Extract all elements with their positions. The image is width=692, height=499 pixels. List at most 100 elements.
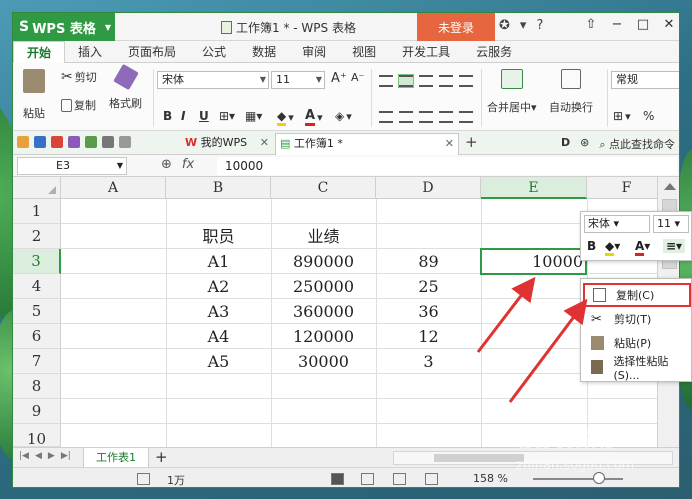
menu-item-paste[interactable]: 粘贴(P) (583, 331, 691, 355)
name-box[interactable]: E3 ▼ (17, 157, 127, 175)
tab-data[interactable]: 数据 (239, 41, 289, 63)
last-sheet-icon[interactable]: ▶| (61, 451, 71, 461)
copy-button[interactable]: 复制 (61, 97, 96, 113)
calculator-icon[interactable] (137, 473, 150, 485)
bold-button[interactable]: B (163, 109, 172, 123)
tab-page-layout[interactable]: 页面布局 (115, 41, 189, 63)
cell-c4[interactable]: 250000 (271, 274, 376, 299)
page-break-view-icon[interactable] (393, 473, 406, 485)
row-header-6[interactable]: 6 (13, 324, 61, 349)
mini-font-color-button[interactable]: A▾ (635, 239, 650, 256)
tab-view[interactable]: 视图 (339, 41, 389, 63)
page-layout-view-icon[interactable] (361, 473, 374, 485)
minimize-button[interactable]: − (609, 17, 625, 32)
menu-item-paste-special[interactable]: 选择性粘贴(S)... (583, 355, 691, 382)
clear-format-button[interactable]: ◈ ▾ (335, 109, 352, 123)
zoom-slider-knob[interactable] (593, 472, 605, 484)
number-format-select[interactable]: 常规 (611, 71, 679, 89)
fill-color-button[interactable]: ◆ ▾ (277, 109, 294, 126)
hscroll-thumb[interactable] (434, 454, 524, 462)
cell-b4[interactable]: A2 (166, 274, 271, 299)
cell-c7[interactable]: 30000 (271, 349, 376, 374)
close-tab-icon[interactable]: ✕ (260, 133, 269, 153)
column-header-b[interactable]: B (166, 177, 271, 199)
fill-pattern-button[interactable]: ▦▾ (245, 109, 262, 123)
zoom-slider[interactable] (533, 478, 623, 480)
percent-button[interactable]: % (643, 109, 654, 123)
format-painter-button[interactable]: 格式刷 (109, 63, 142, 111)
italic-button[interactable]: I (181, 109, 185, 123)
d-button[interactable]: D (561, 136, 570, 152)
cell-b2[interactable]: 职员 (166, 224, 271, 249)
row-header-7[interactable]: 7 (13, 349, 61, 374)
row-header-9[interactable]: 9 (13, 399, 61, 424)
find-command[interactable]: ⌕ 点此查找命令 (599, 136, 675, 152)
row-header-8[interactable]: 8 (13, 374, 61, 399)
tab-home[interactable]: 开始 (13, 41, 66, 64)
first-sheet-icon[interactable]: |◀ (19, 451, 29, 461)
tab-workbook1[interactable]: ▤ 工作簿1 * ✕ (275, 133, 459, 155)
wrap-text-button[interactable]: 自动换行 (549, 69, 593, 115)
spreadsheet-grid[interactable]: A B C D E F 1 2 3 4 5 6 7 8 9 10 职员 业绩 A… (13, 177, 657, 447)
align-top-icon[interactable] (379, 75, 393, 87)
tab-mywps[interactable]: W 我的WPS ✕ (181, 133, 273, 155)
row-header-1[interactable]: 1 (13, 199, 61, 224)
mini-size-select[interactable]: 11 ▾ (653, 215, 689, 233)
font-size-select[interactable]: 11 ▼ (271, 71, 325, 89)
merge-center-button[interactable]: 合并居中▾ (487, 69, 537, 115)
close-tab-icon[interactable]: ✕ (445, 134, 454, 154)
zoom-search-icon[interactable]: ⊕ (161, 157, 172, 172)
prev-sheet-icon[interactable]: ◀ (35, 451, 42, 461)
cell-b5[interactable]: A3 (166, 299, 271, 324)
underline-button[interactable]: U (199, 109, 209, 123)
align-bottom-icon[interactable] (419, 75, 433, 87)
currency-button[interactable]: ⊞ ▾ (613, 109, 631, 123)
select-all-corner[interactable] (13, 177, 61, 199)
cell-d4[interactable]: 25 (376, 274, 481, 299)
app-menu-button[interactable]: S WPS 表格 ▼ (13, 13, 115, 41)
cell-d6[interactable]: 12 (376, 324, 481, 349)
cell-d5[interactable]: 36 (376, 299, 481, 324)
next-sheet-icon[interactable]: ▶ (48, 451, 55, 461)
mini-font-select[interactable]: 宋体 ▾ (584, 215, 650, 233)
cell-b7[interactable]: A5 (166, 349, 271, 374)
close-button[interactable]: ✕ (661, 17, 677, 32)
menu-item-cut[interactable]: ✂ 剪切(T) (583, 307, 691, 331)
paste-button[interactable]: 粘贴 (23, 69, 45, 121)
column-header-d[interactable]: D (376, 177, 481, 199)
mini-fill-color-button[interactable]: ◆▾ (605, 239, 620, 256)
redo-icon[interactable] (119, 136, 131, 148)
mini-align-button[interactable]: ≡▾ (663, 239, 686, 253)
font-name-select[interactable]: 宋体 ▼ (157, 71, 269, 89)
column-header-a[interactable]: A (61, 177, 166, 199)
open-icon[interactable] (17, 136, 29, 148)
maximize-button[interactable]: □ (635, 17, 651, 32)
reading-mode-icon[interactable] (425, 473, 438, 485)
column-header-e[interactable]: E (481, 177, 587, 199)
mini-bold-button[interactable]: B (587, 239, 596, 253)
row-header-10[interactable]: 10 (13, 424, 61, 447)
print-icon[interactable] (68, 136, 80, 148)
cell-c5[interactable]: 360000 (271, 299, 376, 324)
new-tab-button[interactable]: + (465, 133, 478, 151)
align-left-icon[interactable] (379, 111, 393, 123)
cell-d3[interactable]: 89 (376, 249, 481, 274)
zoom-level[interactable]: 158 % (473, 472, 508, 485)
menu-item-copy[interactable]: 复制(C) (583, 283, 691, 307)
print-preview-icon[interactable] (85, 136, 97, 148)
save-icon[interactable] (34, 136, 46, 148)
export-pdf-icon[interactable] (51, 136, 63, 148)
tab-formulas[interactable]: 公式 (189, 41, 239, 63)
skin-manager-icon[interactable]: ⊛ (580, 136, 589, 152)
column-header-f[interactable]: F (587, 177, 657, 199)
font-color-button[interactable]: A ▾ (305, 108, 323, 126)
sheet-tab-1[interactable]: 工作表1 (83, 448, 149, 468)
distribute-icon[interactable] (459, 111, 473, 123)
row-header-3[interactable]: 3 (13, 249, 61, 274)
tab-insert[interactable]: 插入 (65, 41, 115, 63)
restore-ribbon-icon[interactable]: ⇧ (583, 17, 599, 32)
shirt-icon[interactable]: ▾ (520, 18, 527, 33)
fx-button[interactable]: fx (182, 157, 194, 172)
align-center-icon[interactable] (399, 111, 413, 123)
increase-font-button[interactable]: A⁺ (331, 71, 347, 86)
